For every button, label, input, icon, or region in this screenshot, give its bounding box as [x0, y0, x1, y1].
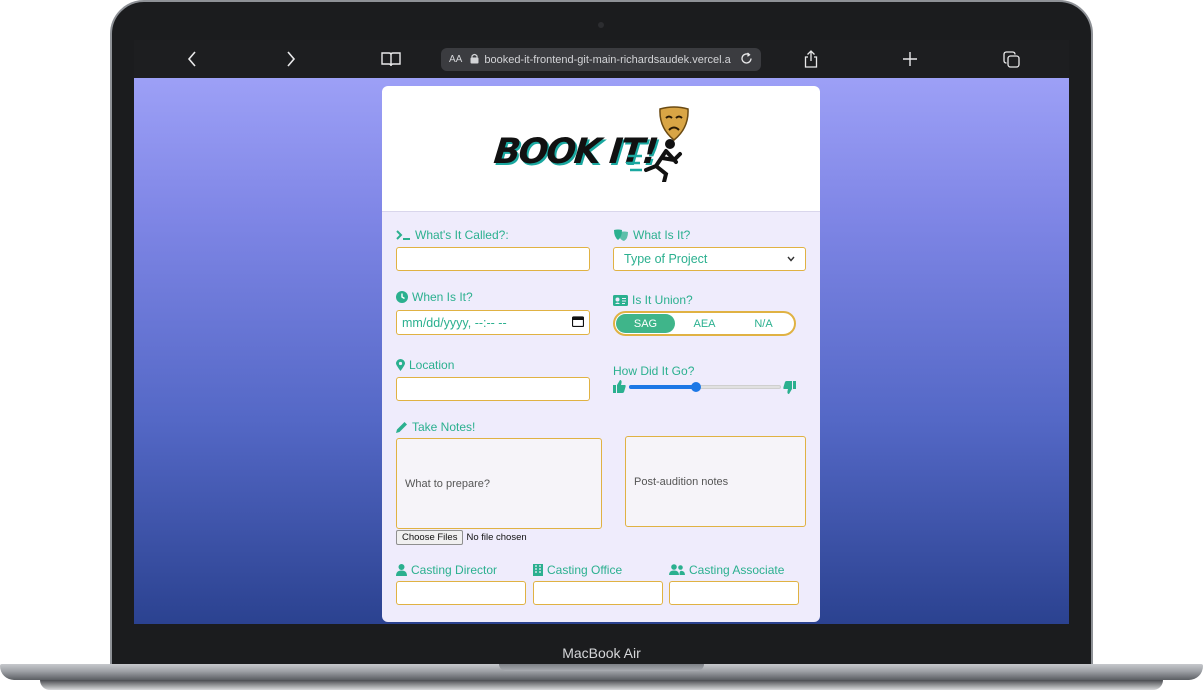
office-label: Casting Office	[533, 563, 622, 577]
title-label: What's It Called?:	[396, 228, 509, 242]
union-label: Is It Union?	[613, 293, 693, 307]
union-option-na[interactable]: N/A	[734, 314, 793, 333]
file-upload: Choose Files No file chosen	[396, 530, 527, 545]
rating-slider-fill	[629, 385, 696, 389]
new-tab-button[interactable]	[900, 40, 920, 78]
casting-associate-input[interactable]	[669, 581, 799, 605]
director-label: Casting Director	[396, 563, 497, 577]
project-type-select[interactable]: Type of Project	[613, 247, 806, 271]
type-label: What Is It?	[613, 228, 690, 242]
rating-slider-thumb[interactable]	[690, 382, 701, 392]
prepare-textarea[interactable]: What to prepare?	[396, 438, 602, 529]
user-icon	[396, 564, 407, 576]
post-audition-textarea[interactable]: Post-audition notes	[625, 436, 806, 527]
pencil-icon	[396, 422, 407, 433]
date-label-text: When Is It?	[412, 290, 473, 304]
url-text: booked-it-frontend-git-main-richardsaude…	[484, 53, 731, 66]
associate-label: Casting Associate	[669, 563, 784, 577]
base-shadow	[40, 680, 1163, 690]
address-bar[interactable]: AA booked-it-frontend-git-main-richardsa…	[441, 48, 761, 71]
browser-screen: AA booked-it-frontend-git-main-richardsa…	[134, 40, 1069, 624]
browser-toolbar: AA booked-it-frontend-git-main-richardsa…	[134, 40, 1069, 78]
location-label-text: Location	[409, 358, 455, 372]
casting-office-input[interactable]	[533, 581, 663, 605]
office-label-text: Casting Office	[547, 563, 623, 577]
calendar-icon[interactable]	[571, 315, 585, 330]
union-label-text: Is It Union?	[632, 293, 693, 307]
location-input[interactable]	[396, 377, 590, 401]
date-time-input[interactable]: mm/dd/yyyy, --:-- --	[396, 310, 590, 335]
laptop-base	[0, 664, 1203, 691]
camera	[598, 22, 604, 28]
union-toggle: SAG AEA N/A	[613, 311, 796, 336]
app-header: BOOK IT!	[382, 86, 820, 212]
masks-icon	[614, 229, 628, 241]
date-label: When Is It?	[396, 290, 473, 304]
device-model-label: MacBook Air	[562, 645, 641, 661]
base-notch	[499, 664, 704, 671]
rating-slider[interactable]	[629, 380, 781, 394]
union-option-aea[interactable]: AEA	[675, 314, 734, 333]
tabs-icon	[1002, 50, 1020, 68]
location-label: Location	[396, 358, 454, 372]
notes-label-text: Take Notes!	[412, 420, 476, 434]
share-button[interactable]	[800, 40, 822, 78]
prepare-placeholder: What to prepare?	[405, 477, 490, 490]
id-card-icon	[613, 294, 628, 306]
associate-label-text: Casting Associate	[689, 563, 785, 577]
audition-form: What's It Called?: What Is It? Type of P…	[382, 212, 820, 622]
share-icon	[804, 50, 818, 68]
chevron-left-icon	[187, 51, 196, 67]
title-label-text: What's It Called?:	[415, 228, 509, 242]
reader-aa[interactable]: AA	[449, 54, 462, 65]
post-audition-placeholder: Post-audition notes	[634, 475, 729, 488]
type-label-text: What Is It?	[633, 228, 691, 242]
tabs-overview-button[interactable]	[1000, 40, 1022, 78]
booking-app: BOOK IT! What's It Called?: What Is It? …	[382, 86, 820, 622]
back-button[interactable]	[180, 40, 204, 78]
file-status: No file chosen	[466, 532, 527, 543]
director-label-text: Casting Director	[411, 563, 498, 577]
chevron-right-icon	[287, 51, 296, 67]
building-icon	[533, 564, 543, 576]
thumbs-up-icon	[613, 380, 626, 393]
rating-label: How Did It Go?	[613, 364, 694, 378]
book-icon	[381, 52, 401, 67]
map-pin-icon	[396, 359, 405, 371]
lock-icon	[470, 53, 479, 67]
clock-icon	[396, 291, 408, 303]
bookmarks-button[interactable]	[378, 40, 404, 78]
notes-label: Take Notes!	[396, 420, 475, 434]
plus-icon	[903, 52, 917, 66]
users-icon	[669, 564, 685, 575]
reload-icon[interactable]	[740, 52, 753, 68]
project-type-value: Type of Project	[624, 252, 708, 266]
title-input[interactable]	[396, 247, 590, 271]
terminal-icon	[396, 230, 410, 240]
runner-icon	[626, 139, 682, 182]
choose-files-button[interactable]: Choose Files	[396, 530, 464, 545]
date-time-placeholder: mm/dd/yyyy, --:-- --	[402, 315, 507, 330]
forward-button[interactable]	[279, 40, 303, 78]
chevron-down-icon	[787, 254, 795, 264]
rating-label-text: How Did It Go?	[613, 364, 695, 378]
casting-director-input[interactable]	[396, 581, 526, 605]
thumbs-down-icon	[783, 381, 796, 394]
device-mockup: AA booked-it-frontend-git-main-richardsa…	[0, 0, 1203, 691]
union-option-sag[interactable]: SAG	[616, 314, 675, 333]
